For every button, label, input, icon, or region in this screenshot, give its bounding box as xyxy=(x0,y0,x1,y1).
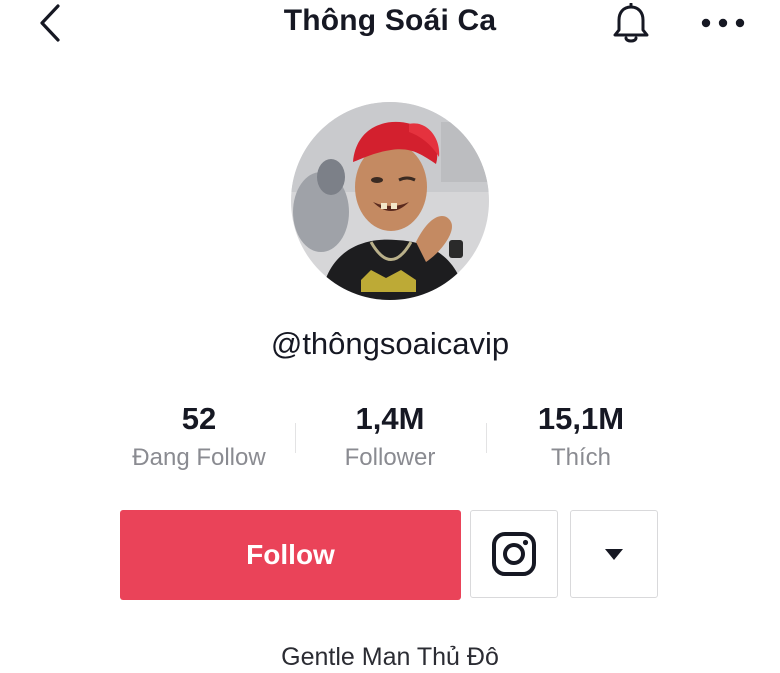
stat-following[interactable]: 52 Đang Follow xyxy=(109,400,289,476)
caret-down-icon xyxy=(605,548,623,560)
notification-bell-button[interactable] xyxy=(608,2,654,46)
instagram-button[interactable] xyxy=(470,510,558,598)
stat-likes[interactable]: 15,1M Thích xyxy=(491,400,671,476)
stat-divider xyxy=(295,423,296,453)
profile-bio: Gentle Man Thủ Đô xyxy=(281,643,499,671)
following-label: Đang Follow xyxy=(132,444,266,471)
followers-label: Follower xyxy=(344,444,436,471)
top-bar: Thông Soái Ca xyxy=(0,0,780,50)
stat-followers[interactable]: 1,4M Follower xyxy=(300,400,480,476)
suggested-accounts-dropdown-button[interactable] xyxy=(570,510,658,598)
more-horizontal-icon xyxy=(701,18,745,28)
likes-count: 15,1M xyxy=(537,401,625,436)
bell-icon xyxy=(613,3,649,43)
avatar[interactable] xyxy=(291,102,489,300)
likes-label: Thích xyxy=(550,444,612,471)
instagram-icon xyxy=(492,532,536,576)
more-options-button[interactable] xyxy=(696,2,750,44)
username: @thôngsoaicavip xyxy=(270,326,510,361)
page-title: Thông Soái Ca xyxy=(283,4,497,37)
stat-divider xyxy=(486,423,487,453)
follow-button[interactable]: Follow xyxy=(120,510,461,600)
followers-count: 1,4M xyxy=(355,401,425,436)
following-count: 52 xyxy=(181,401,217,436)
profile-photo xyxy=(291,102,489,300)
